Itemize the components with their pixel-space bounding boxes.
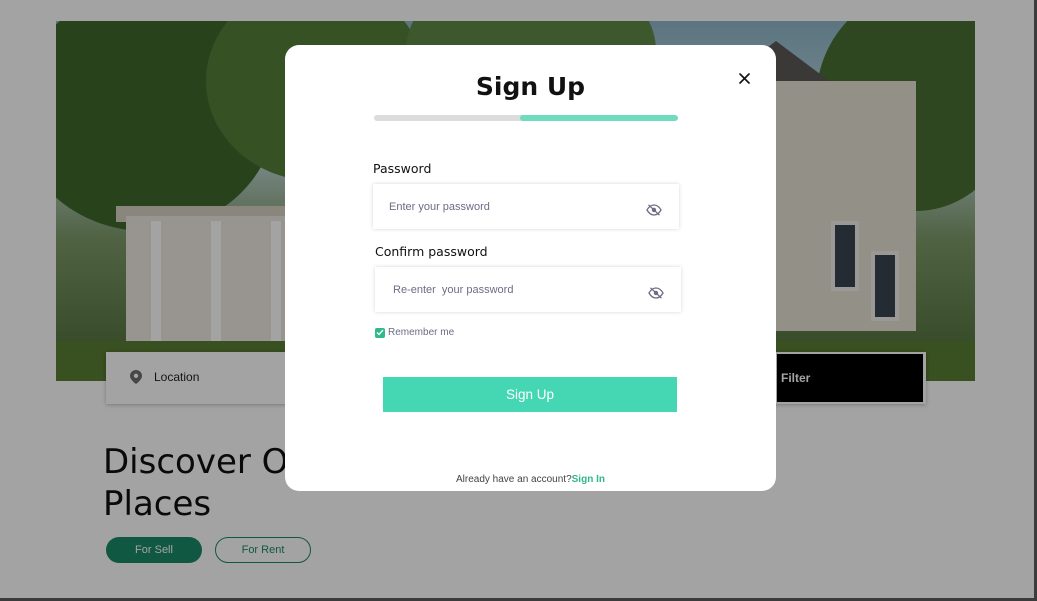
confirm-password-label: Confirm password — [375, 244, 488, 259]
eye-off-icon[interactable] — [648, 287, 664, 299]
checkmark-icon — [376, 329, 384, 336]
remember-me[interactable]: Remember me — [375, 327, 454, 338]
modal-title: Sign Up — [475, 72, 586, 101]
confirm-password-field — [375, 267, 681, 312]
password-input[interactable] — [373, 200, 623, 213]
close-button[interactable] — [735, 69, 753, 87]
signup-progress-fill — [519, 115, 678, 121]
signup-submit-button[interactable]: Sign Up — [383, 377, 677, 412]
signup-progress-bar — [374, 115, 678, 121]
password-label: Password — [373, 161, 432, 176]
signin-prompt-text: Already have an account? — [456, 474, 572, 485]
remember-me-label: Remember me — [388, 327, 455, 338]
close-icon — [738, 72, 750, 84]
eye-off-icon[interactable] — [646, 204, 662, 216]
signin-prompt: Already have an account?Sign In — [285, 474, 776, 485]
remember-me-checkbox[interactable] — [375, 327, 385, 338]
password-field — [373, 184, 679, 229]
signup-modal: Sign Up Password Confirm password Rememb… — [285, 45, 776, 491]
confirm-password-input[interactable] — [375, 283, 625, 296]
signin-link[interactable]: Sign In — [572, 474, 605, 485]
